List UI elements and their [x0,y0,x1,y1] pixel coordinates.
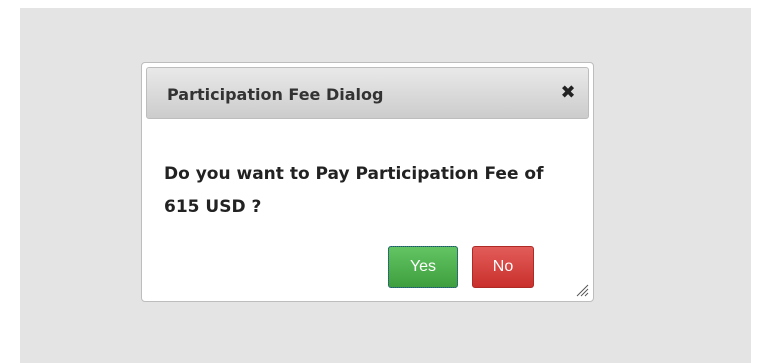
dialog-message: Do you want to Pay Participation Fee of … [164,164,544,217]
participation-fee-dialog: Participation Fee Dialog ✖ Do you want t… [141,62,594,302]
close-icon[interactable]: ✖ [560,84,576,102]
no-button[interactable]: No [472,246,534,288]
yes-button[interactable]: Yes [388,246,458,288]
resize-grip-icon[interactable] [575,283,589,297]
dialog-titlebar[interactable]: Participation Fee Dialog ✖ [146,67,589,119]
dialog-title: Participation Fee Dialog [167,85,384,104]
